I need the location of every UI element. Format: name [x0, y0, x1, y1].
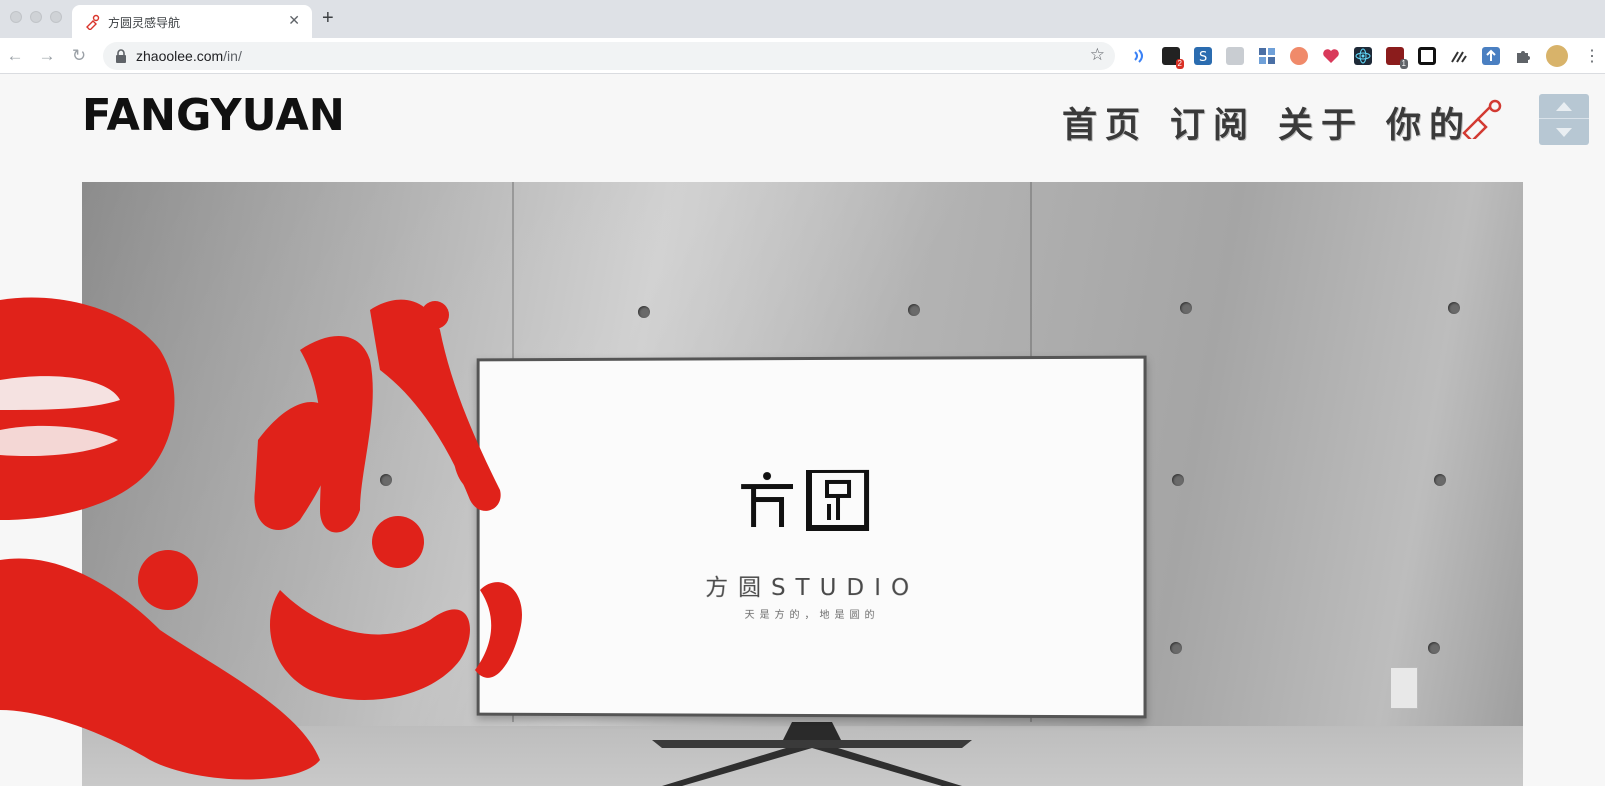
- qr-icon[interactable]: [1418, 47, 1436, 65]
- tv-stand: [652, 722, 972, 786]
- brush-calligraphy-art: [0, 297, 522, 780]
- wall-hole: [1172, 474, 1184, 486]
- scroll-down-button[interactable]: [1539, 120, 1589, 145]
- mail-icon[interactable]: 2: [1162, 47, 1184, 69]
- image-icon[interactable]: [1226, 47, 1244, 65]
- scroll-up-button[interactable]: [1539, 94, 1589, 119]
- window-zoom-light[interactable]: [50, 11, 62, 23]
- tab-active[interactable]: 方圆灵感导航 ✕: [72, 5, 312, 38]
- react-icon[interactable]: [1354, 47, 1372, 65]
- brush-favicon-icon: [86, 14, 100, 30]
- scroll-widget: [1539, 94, 1589, 145]
- browser-window: 方圆灵感导航 ✕ + ← → ↻ zhaoolee.com/in/ ☆ 2 S: [0, 0, 1605, 786]
- pen-icon[interactable]: [1450, 47, 1468, 65]
- window-minimize-light[interactable]: [30, 11, 42, 23]
- wall-hole: [638, 306, 650, 318]
- site-nav: 首页 订阅 关于 你的: [1062, 97, 1472, 148]
- wall-hole: [1170, 642, 1182, 654]
- back-button[interactable]: ←: [4, 45, 26, 67]
- shield-icon[interactable]: 1: [1386, 47, 1408, 69]
- window-close-light[interactable]: [10, 11, 22, 23]
- wall-hole: [1434, 474, 1446, 486]
- site-logo[interactable]: FANGYUAN: [82, 90, 345, 141]
- tab-strip: 方圆灵感导航 ✕ +: [0, 0, 1605, 38]
- upload-icon[interactable]: [1482, 47, 1500, 65]
- wall-hole: [908, 304, 920, 316]
- mail-badge: 2: [1175, 59, 1184, 69]
- url-text: zhaoolee.com/in/: [136, 48, 242, 64]
- wall-hole: [1448, 302, 1460, 314]
- web-page: FANGYUAN 首页 订阅 关于 你的 方圆STUDIO 天是方的，地是圆的: [0, 75, 1605, 786]
- browser-toolbar: ← → ↻ zhaoolee.com/in/ ☆ 2 S 1 ⋮: [0, 38, 1605, 74]
- url-path: /in/: [223, 48, 242, 64]
- grid-icon[interactable]: [1258, 47, 1276, 65]
- tv-screen: 方圆STUDIO 天是方的，地是圆的: [476, 355, 1147, 719]
- heart-icon[interactable]: [1322, 47, 1340, 65]
- wall-hole: [1428, 642, 1440, 654]
- bookmark-star-icon[interactable]: ☆: [1090, 45, 1105, 65]
- nav-about[interactable]: 关于: [1278, 97, 1364, 148]
- tab-close-icon[interactable]: ✕: [288, 12, 300, 29]
- address-bar[interactable]: zhaoolee.com/in/ ☆: [103, 42, 1115, 70]
- studio-slogan-text: 天是方的，地是圆的: [744, 609, 880, 622]
- tab-title: 方圆灵感导航: [108, 16, 181, 30]
- wall-hole: [1180, 302, 1192, 314]
- forward-button[interactable]: →: [36, 45, 58, 67]
- nav-home[interactable]: 首页: [1062, 97, 1148, 148]
- reload-button[interactable]: ↻: [68, 45, 90, 67]
- menu-kebab-icon[interactable]: ⋮: [1584, 46, 1600, 66]
- voice-icon[interactable]: [1130, 47, 1148, 65]
- brush-icon[interactable]: [1462, 99, 1506, 139]
- nav-yours[interactable]: 你的: [1386, 97, 1472, 148]
- puzzle-icon[interactable]: [1514, 47, 1532, 65]
- fangyuan-mark-icon: [741, 470, 869, 540]
- url-domain: zhaoolee.com: [136, 48, 224, 64]
- studio-brand-text: 方圆STUDIO: [705, 574, 920, 602]
- svg-text:S: S: [1199, 50, 1207, 65]
- lock-icon: [116, 49, 126, 63]
- shield-badge: 1: [1399, 59, 1408, 69]
- nav-subscribe[interactable]: 订阅: [1170, 97, 1256, 148]
- avatar-icon[interactable]: [1546, 45, 1568, 67]
- new-tab-button[interactable]: +: [322, 7, 334, 30]
- tomato-icon[interactable]: [1290, 47, 1308, 65]
- wall-outlet: [1390, 667, 1418, 709]
- s-icon[interactable]: S: [1194, 47, 1212, 65]
